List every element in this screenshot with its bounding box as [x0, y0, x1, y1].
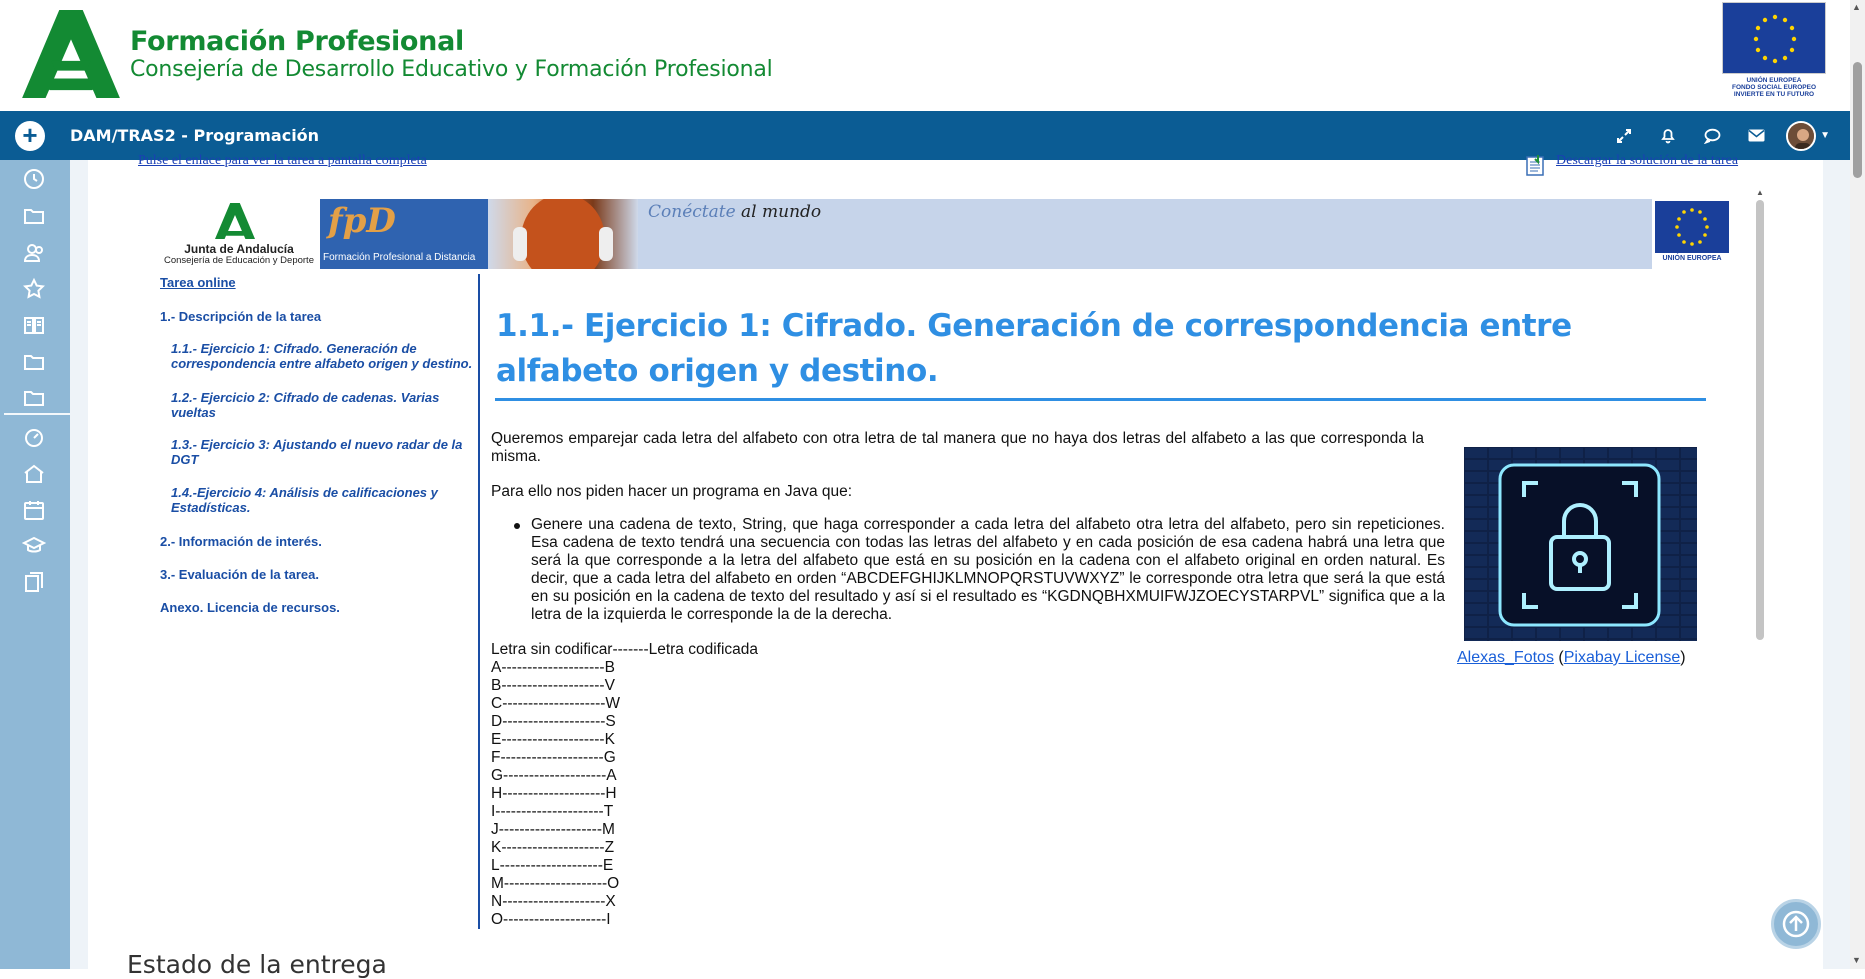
caption-paren-close: ) — [1680, 649, 1686, 666]
course-title[interactable]: DAM/TRAS2 - Programación — [70, 126, 319, 145]
section-heading: Estado de la entrega — [127, 950, 387, 979]
book-icon[interactable] — [22, 313, 46, 337]
page-scrollbar-thumb[interactable] — [1853, 62, 1862, 178]
mapping-row: A--------------------B — [491, 659, 615, 676]
junta-andalucia-logo — [215, 203, 255, 239]
download-solution-link[interactable]: Descargar la solución de la tarea — [1556, 153, 1738, 169]
sidebar-divider — [4, 413, 70, 415]
slogan-part-2: al mundo — [741, 202, 822, 222]
mapping-row: O--------------------I — [491, 911, 611, 928]
junta-andalucia-logo[interactable] — [22, 10, 120, 98]
star-icon[interactable] — [22, 277, 46, 301]
banner-slogan: Conéctate al mundo — [648, 202, 821, 222]
toc-sub-exercise-1[interactable]: 1.1.- Ejercicio 1: Cifrado. Generación d… — [171, 341, 476, 371]
mapping-list: A--------------------B B----------------… — [491, 659, 620, 929]
mapping-row: C--------------------W — [491, 695, 621, 712]
course-banner: Junta de Andalucía Consejería de Educaci… — [158, 199, 1732, 269]
brand-subtitle: Consejería de Desarrollo Educativo y For… — [130, 57, 773, 82]
eu-flag-icon — [1722, 2, 1826, 74]
scroll-up-arrow[interactable]: ▲ — [1852, 2, 1861, 12]
article-title: 1.1.- Ejercicio 1: Cifrado. Generación d… — [496, 308, 1572, 389]
toc-sub-exercise-2[interactable]: 1.2.- Ejercicio 2: Cifrado de cadenas. V… — [171, 390, 476, 420]
toc-item-info[interactable]: 2.- Información de interés. — [160, 534, 322, 549]
title-underline — [495, 398, 1706, 401]
users-icon[interactable] — [22, 241, 46, 265]
brand-title: Formación Profesional — [130, 26, 464, 57]
toc-online-link[interactable]: Tarea online — [160, 275, 236, 290]
user-avatar[interactable] — [1786, 120, 1817, 151]
license-link[interactable]: Pixabay License — [1564, 649, 1681, 666]
toc-item-description[interactable]: 1.- Descripción de la tarea — [160, 309, 321, 324]
eu-fund-logo: UNIÓN EUROPEA FONDO SOCIAL EUROPEO INVIE… — [1722, 2, 1826, 98]
inner-scrollbar-thumb[interactable] — [1756, 200, 1764, 640]
mapping-row: I---------------------T — [491, 803, 614, 820]
requirements-paragraph: Para ello nos piden hacer un programa en… — [491, 483, 853, 500]
arrow-up-icon — [1782, 910, 1810, 938]
eu-logo-text: UNIÓN EUROPEA FONDO SOCIAL EUROPEO INVIE… — [1731, 77, 1817, 98]
mapping-row: L--------------------E — [491, 857, 614, 874]
ue-logo-block: UNIÓN EUROPEA — [1652, 199, 1732, 269]
site-header: Formación Profesional Consejería de Desa… — [0, 0, 1865, 111]
mapping-row: G--------------------A — [491, 767, 617, 784]
mapping-header: Letra sin codificar-------Letra codifica… — [491, 641, 759, 658]
lock-illustration — [1464, 447, 1697, 641]
calendar-icon[interactable] — [22, 498, 46, 522]
scroll-up-arrow[interactable]: ▲ — [1756, 188, 1764, 197]
files-icon[interactable] — [22, 570, 46, 594]
graduation-cap-icon[interactable] — [22, 534, 46, 558]
clock-icon[interactable] — [22, 167, 46, 191]
fullscreen-link[interactable]: Pulse el enlace para ver la tarea a pant… — [138, 153, 427, 169]
eu-flag-icon — [1655, 201, 1729, 253]
mapping-row: J--------------------M — [491, 821, 615, 838]
intro-paragraph: Queremos emparejar cada letra del alfabe… — [491, 430, 1424, 465]
home-icon[interactable] — [22, 462, 46, 486]
toc-item-evaluation[interactable]: 3.- Evaluación de la tarea. — [160, 567, 319, 582]
slogan-part-1: Conéctate — [648, 202, 736, 222]
mapping-row: N--------------------X — [491, 893, 616, 910]
bullet-marker — [514, 523, 520, 529]
toc-sub-exercise-3[interactable]: 1.3.- Ejercicio 3: Ajustando el nuevo ra… — [171, 437, 476, 467]
mapping-row: H--------------------H — [491, 785, 617, 802]
list-item: Genere una cadena de texto, String, que … — [531, 516, 1445, 623]
junta-department: Consejería de Educación y Deporte — [164, 255, 314, 266]
mapping-row: B--------------------V — [491, 677, 615, 694]
toc-sub-exercise-4[interactable]: 1.4.-Ejercicio 4: Análisis de calificaci… — [171, 485, 476, 515]
junta-logo-block: Junta de Andalucía Consejería de Educaci… — [158, 199, 320, 269]
mapping-row: F--------------------G — [491, 749, 616, 766]
folder-icon[interactable] — [22, 350, 46, 374]
mail-icon[interactable] — [1734, 111, 1778, 160]
fpd-logo: fpD — [328, 201, 396, 241]
ue-label: UNIÓN EUROPEA — [1662, 255, 1722, 262]
mapping-row: K--------------------Z — [491, 839, 615, 856]
left-sidebar — [0, 160, 70, 969]
banner-photo — [488, 199, 638, 269]
author-link[interactable]: Alexas_Fotos — [1457, 649, 1554, 666]
add-button[interactable]: + — [15, 121, 45, 151]
folder-icon[interactable] — [22, 386, 46, 410]
gauge-icon[interactable] — [22, 425, 46, 449]
mapping-row: D--------------------S — [491, 713, 616, 730]
toc-divider — [478, 274, 480, 929]
padlock-icon — [1464, 447, 1697, 641]
folder-icon[interactable] — [22, 204, 46, 228]
toc-item-annex[interactable]: Anexo. Licencia de recursos. — [160, 600, 340, 615]
image-caption: Alexas_Fotos (Pixabay License) — [1457, 649, 1686, 667]
mapping-row: M--------------------O — [491, 875, 620, 892]
back-to-top-button[interactable] — [1771, 899, 1821, 949]
fpd-logo-block: fpD Formación Profesional a Distancia — [320, 199, 488, 269]
scroll-down-arrow[interactable]: ▼ — [1852, 955, 1861, 965]
download-icon[interactable] — [1526, 154, 1546, 176]
junta-name: Junta de Andalucía — [184, 242, 294, 256]
caption-paren-open: ( — [1553, 649, 1564, 666]
chevron-down-icon[interactable]: ▼ — [1820, 130, 1830, 141]
fpd-text: Formación Profesional a Distancia — [323, 252, 476, 263]
mapping-row: E--------------------K — [491, 731, 615, 748]
